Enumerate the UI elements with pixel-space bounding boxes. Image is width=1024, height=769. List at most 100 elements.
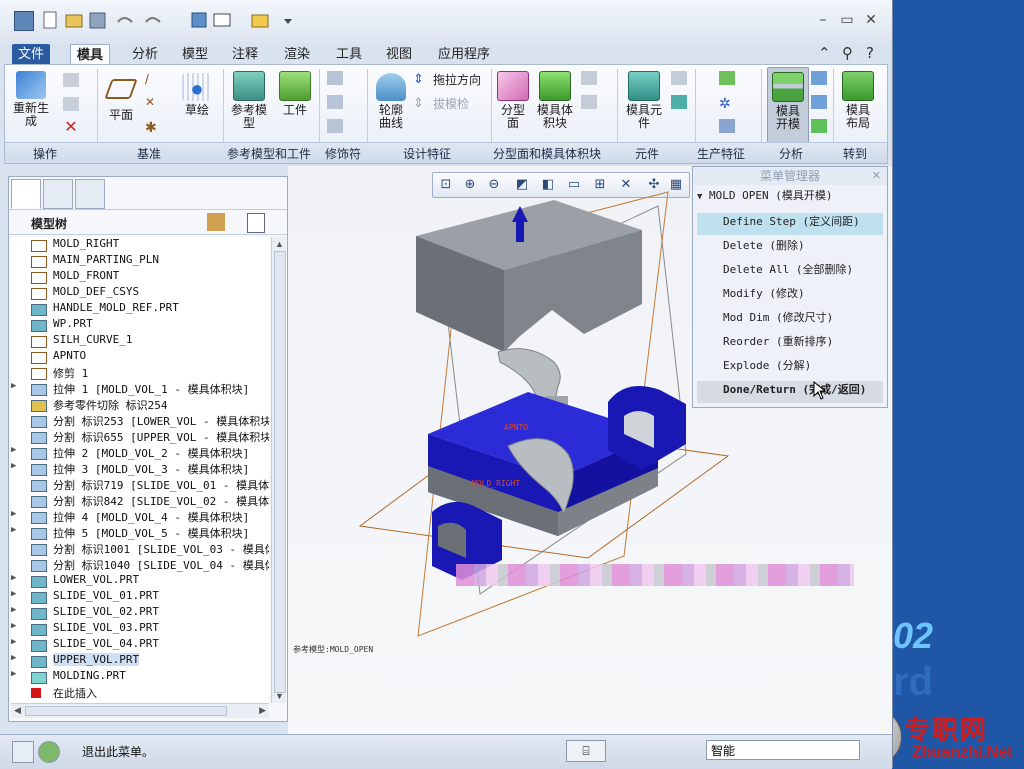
help-icon[interactable]: ? xyxy=(866,44,874,62)
group-parting-volume[interactable]: 分型面和模具体积块 xyxy=(493,145,601,162)
tree-item[interactable]: ▶ SLIDE_VOL_01.PRT xyxy=(11,589,269,605)
point-icon[interactable]: ✕ xyxy=(145,95,161,109)
expand-arrow-icon[interactable]: ▶ xyxy=(11,621,21,631)
paste-icon[interactable] xyxy=(63,97,79,111)
tab-analysis[interactable]: 分析 xyxy=(126,44,164,64)
tree-item[interactable]: 分割 标识655 [UPPER_VOL - 模具体积块 xyxy=(11,429,269,445)
selection-filter[interactable]: 智能 xyxy=(706,740,860,760)
favorites-tab-icon[interactable] xyxy=(75,179,105,209)
production-feature-icon[interactable] xyxy=(719,71,735,85)
menu-item[interactable]: Explode (分解) xyxy=(697,357,883,379)
tree-item[interactable]: 分割 标识719 [SLIDE_VOL_01 - 模具体 xyxy=(11,477,269,493)
tree-item[interactable]: ▶ MOLDING.PRT xyxy=(11,669,269,685)
component-op2-icon[interactable] xyxy=(671,95,687,109)
modifier3-icon[interactable] xyxy=(327,119,343,133)
group-goto[interactable]: 转到 xyxy=(843,145,867,162)
plane-button[interactable]: 平面 xyxy=(103,73,139,122)
menu-item[interactable]: Define Step (定义间距) xyxy=(697,213,883,235)
silhouette-curve-button[interactable]: 轮廓 曲线 xyxy=(371,73,411,130)
production-point-icon[interactable]: ✲ xyxy=(719,95,735,111)
expand-arrow-icon[interactable]: ▶ xyxy=(11,525,21,535)
group-modifiers[interactable]: 修饰符 xyxy=(325,145,361,162)
tree-item[interactable]: MOLD_FRONT xyxy=(11,269,269,285)
tree-item[interactable]: 分割 标识253 [LOWER_VOL - 模具体积块 xyxy=(11,413,269,429)
tree-item[interactable]: 分割 标识842 [SLIDE_VOL_02 - 模具体 xyxy=(11,493,269,509)
menu-item[interactable]: Done/Return (完成/返回) xyxy=(697,381,883,403)
tree-item[interactable]: 在此插入 xyxy=(11,685,269,701)
group-analysis[interactable]: 分析 xyxy=(779,145,803,162)
draft-check-icon[interactable]: ⇕ xyxy=(413,95,429,110)
tree-horizontal-scrollbar[interactable]: ◀ ▶ xyxy=(11,703,269,718)
tab-model[interactable]: 模型 xyxy=(176,44,214,64)
tree-item[interactable]: MAIN_PARTING_PLN xyxy=(11,253,269,269)
reference-model-button[interactable]: 参考模 型 xyxy=(227,71,271,130)
group-operations[interactable]: 操作 xyxy=(33,145,57,162)
draft-check-label[interactable]: 拔模检 xyxy=(433,95,469,112)
expand-arrow-icon[interactable]: ▶ xyxy=(11,381,21,391)
model-tree-tab-icon[interactable] xyxy=(11,179,41,209)
split-icon[interactable] xyxy=(581,71,597,85)
tab-tools[interactable]: 工具 xyxy=(330,44,368,64)
tree-item[interactable]: 参考零件切除 标识254 xyxy=(11,397,269,413)
search-icon[interactable]: ⚲ xyxy=(842,44,853,62)
expand-arrow-icon[interactable]: ▶ xyxy=(11,509,21,519)
tree-item[interactable]: MOLD_RIGHT xyxy=(11,237,269,253)
tab-annotate[interactable]: 注释 xyxy=(226,44,264,64)
maximize-button[interactable]: ▭ xyxy=(838,12,856,28)
group-production-features[interactable]: 生产特征 xyxy=(697,145,745,162)
mold-component-button[interactable]: 模具元 件 xyxy=(621,71,667,130)
expand-arrow-icon[interactable]: ▶ xyxy=(11,637,21,647)
tab-file[interactable]: 文件 xyxy=(12,44,51,64)
tree-item[interactable]: 修剪 1 xyxy=(11,365,269,381)
tree-vertical-scrollbar[interactable]: ▲ ▼ xyxy=(271,237,286,703)
expand-arrow-icon[interactable]: ▶ xyxy=(11,461,21,471)
expand-arrow-icon[interactable]: ▶ xyxy=(11,445,21,455)
minimize-button[interactable]: – xyxy=(814,12,832,28)
tree-columns-icon[interactable] xyxy=(247,213,265,233)
tree-item[interactable]: WP.PRT xyxy=(11,317,269,333)
tree-scroll-thumb[interactable] xyxy=(274,251,286,693)
csys-icon[interactable]: ✱ xyxy=(145,119,161,135)
navigator-toggle-icon[interactable] xyxy=(12,741,34,763)
draft-direction-label[interactable]: 拖拉方向 xyxy=(433,71,481,88)
analysis-small2-icon[interactable] xyxy=(811,95,827,109)
expand-arrow-icon[interactable]: ▶ xyxy=(11,573,21,583)
draft-direction-icon[interactable]: ⇕ xyxy=(413,71,429,86)
folder-browser-tab-icon[interactable] xyxy=(43,179,73,209)
tree-item[interactable]: SILH_CURVE_1 xyxy=(11,333,269,349)
workpiece-button[interactable]: 工件 xyxy=(275,71,315,117)
expand-arrow-icon[interactable]: ▶ xyxy=(11,653,21,663)
expand-arrow-icon[interactable]: ▶ xyxy=(11,669,21,679)
tree-item[interactable]: ▶ 拉伸 5 [MOLD_VOL_5 - 模具体积块] xyxy=(11,525,269,541)
component-op-icon[interactable] xyxy=(671,71,687,85)
menu-item[interactable]: Reorder (重新排序) xyxy=(697,333,883,355)
mold-layout-button[interactable]: 模具 布局 xyxy=(837,71,879,130)
group-components[interactable]: 元件 xyxy=(635,145,659,162)
expand-arrow-icon[interactable]: ▶ xyxy=(11,605,21,615)
analysis-small-icon[interactable] xyxy=(811,71,827,85)
modifier-icon[interactable] xyxy=(327,71,343,85)
tree-item[interactable]: ▶ SLIDE_VOL_04.PRT xyxy=(11,637,269,653)
group-datum[interactable]: 基准 xyxy=(137,145,161,162)
menu-item[interactable]: Delete All (全部删除) xyxy=(697,261,883,283)
copy-icon[interactable] xyxy=(63,73,79,87)
tree-item[interactable]: MOLD_DEF_CSYS xyxy=(11,285,269,301)
analysis-small3-icon[interactable] xyxy=(811,119,827,133)
group-reference-model[interactable]: 参考模型和工件 xyxy=(227,145,311,162)
tree-item[interactable]: ▶ 拉伸 1 [MOLD_VOL_1 - 模具体积块] xyxy=(11,381,269,397)
tree-item[interactable]: ▶ 拉伸 4 [MOLD_VOL_4 - 模具体积块] xyxy=(11,509,269,525)
menu-item[interactable]: Delete (删除) xyxy=(697,237,883,259)
find-icon[interactable]: ⌸ xyxy=(566,740,606,762)
split2-icon[interactable] xyxy=(581,95,597,109)
tab-mold[interactable]: 模具 xyxy=(70,44,111,65)
tree-item[interactable]: ▶ SLIDE_VOL_03.PRT xyxy=(11,621,269,637)
tab-applications[interactable]: 应用程序 xyxy=(432,44,496,64)
tree-item[interactable]: ▶ 拉伸 3 [MOLD_VOL_3 - 模具体积块] xyxy=(11,461,269,477)
mold-volume-button[interactable]: 模具体 积块 xyxy=(533,71,577,130)
regenerate-button[interactable]: 重新生 成 xyxy=(11,71,51,128)
tree-item[interactable]: ▶ SLIDE_VOL_02.PRT xyxy=(11,605,269,621)
delete-icon[interactable]: ✕ xyxy=(63,120,79,136)
sketch-button[interactable]: 草绘 xyxy=(179,73,215,117)
menu-item[interactable]: Mod Dim (修改尺寸) xyxy=(697,309,883,331)
tree-hscroll-thumb[interactable] xyxy=(25,706,227,716)
